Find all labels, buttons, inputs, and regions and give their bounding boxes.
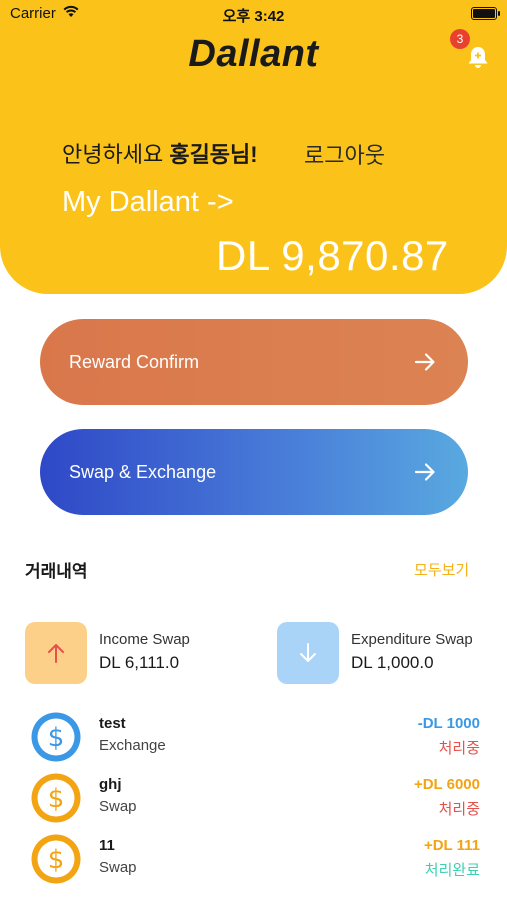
svg-text:$: $ bbox=[48, 845, 65, 875]
transaction-amount: -DL 1000 bbox=[417, 715, 480, 732]
transaction-name: ghj bbox=[99, 776, 122, 793]
income-swap-tile bbox=[25, 622, 87, 684]
expenditure-swap-label: Expenditure Swap bbox=[351, 631, 473, 648]
dollar-coin-icon: $ bbox=[31, 712, 81, 762]
logout-button[interactable]: 로그아웃 bbox=[304, 138, 385, 170]
svg-text:$: $ bbox=[48, 723, 65, 753]
my-dallant-link[interactable]: My Dallant -> bbox=[62, 186, 234, 219]
see-all-link[interactable]: 모두보기 bbox=[414, 559, 469, 580]
expenditure-swap-tile bbox=[277, 622, 339, 684]
notification-badge: 3 bbox=[450, 29, 470, 49]
greeting: 안녕하세요 홍길동님! bbox=[62, 137, 258, 169]
bell-icon[interactable] bbox=[465, 44, 491, 70]
arrow-right-icon bbox=[414, 463, 435, 481]
swap-exchange-button[interactable]: Swap & Exchange bbox=[40, 429, 468, 515]
arrow-down-icon bbox=[300, 643, 316, 662]
swap-exchange-label: Swap & Exchange bbox=[69, 462, 217, 482]
svg-text:$: $ bbox=[48, 784, 65, 814]
transaction-row[interactable]: $ 11 Swap +DL 111 처리완료 bbox=[0, 833, 507, 894]
transaction-row[interactable]: $ test Exchange -DL 1000 처리중 bbox=[0, 711, 507, 772]
transaction-amount: +DL 6000 bbox=[413, 776, 480, 793]
transaction-status: 처리완료 bbox=[424, 862, 480, 879]
header-panel: Carrier 오후 3:42 Dallant 3 안녕하세요 홍길동님! 로그… bbox=[0, 0, 507, 294]
transaction-status: 처리중 bbox=[438, 801, 480, 818]
transaction-status: 처리중 bbox=[438, 740, 480, 757]
status-bar: Carrier 오후 3:42 bbox=[0, 0, 507, 28]
balance-value: DL 9,870.87 bbox=[216, 232, 449, 279]
dollar-coin-icon: $ bbox=[31, 834, 81, 884]
income-swap-value: DL 6,111.0 bbox=[99, 653, 180, 672]
transaction-amount: +DL 111 bbox=[423, 837, 480, 854]
user-name: 홍길동님! bbox=[169, 142, 258, 167]
history-title: 거래내역 bbox=[25, 562, 88, 581]
transaction-type: Swap bbox=[99, 859, 137, 876]
battery-icon bbox=[471, 7, 500, 20]
arrow-up-icon bbox=[48, 644, 64, 663]
transaction-type: Exchange bbox=[99, 737, 166, 754]
dollar-coin-icon: $ bbox=[31, 773, 81, 823]
clock: 오후 3:42 bbox=[222, 8, 285, 25]
transaction-name: 11 bbox=[99, 837, 115, 854]
transaction-row[interactable]: $ ghj Swap +DL 6000 처리중 bbox=[0, 772, 507, 833]
arrow-right-icon bbox=[414, 353, 435, 371]
transaction-type: Swap bbox=[99, 798, 137, 815]
income-swap-label: Income Swap bbox=[99, 631, 190, 648]
reward-confirm-button[interactable]: Reward Confirm bbox=[40, 319, 468, 405]
greeting-text: 안녕하세요 bbox=[62, 142, 164, 167]
reward-confirm-label: Reward Confirm bbox=[69, 352, 200, 372]
transaction-name: test bbox=[99, 715, 126, 732]
expenditure-swap-value: DL 1,000.0 bbox=[351, 653, 434, 672]
app-logo: Dallant bbox=[188, 33, 319, 75]
